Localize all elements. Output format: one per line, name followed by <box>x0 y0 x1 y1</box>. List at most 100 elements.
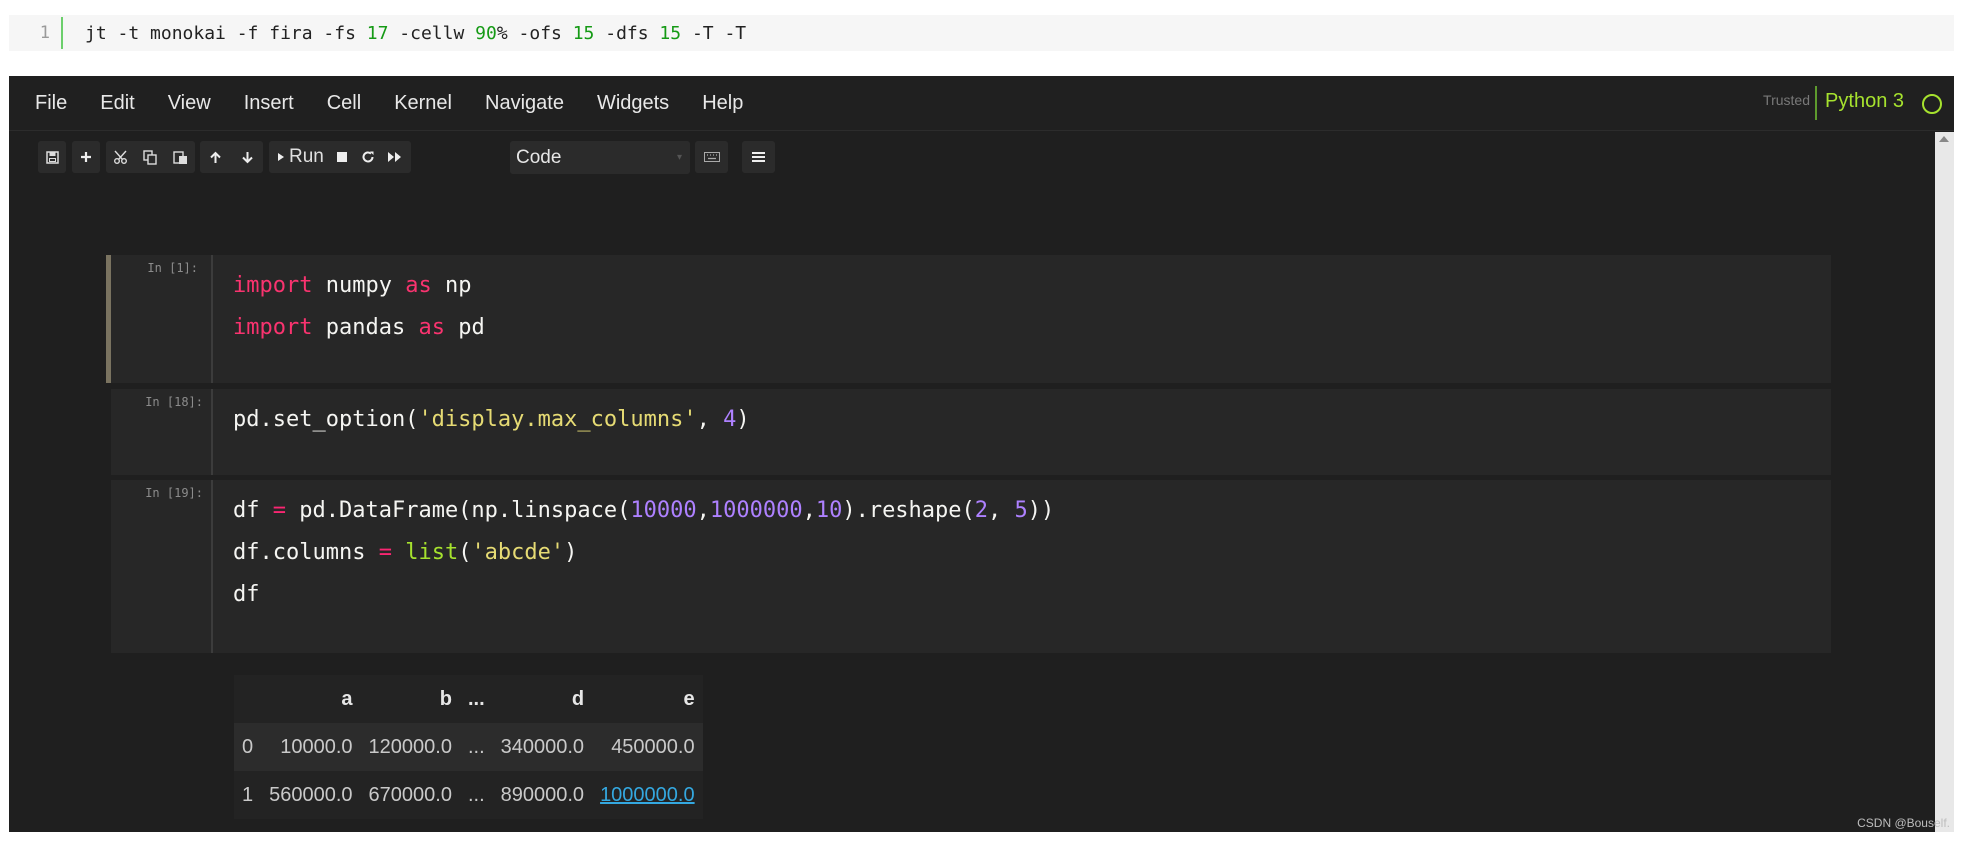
menu-item-view[interactable]: View <box>168 92 211 115</box>
kernel-separator <box>1815 86 1817 120</box>
command-token: % -ofs <box>496 22 573 44</box>
code-token: 10 <box>815 498 843 523</box>
watermark: CSDN @Bouself. <box>1857 816 1950 830</box>
code-cell[interactable]: In [1]: import numpy as np import pandas … <box>106 255 1831 383</box>
trusted-indicator[interactable]: Trusted <box>1763 92 1810 108</box>
kernel-name: Python 3 <box>1825 90 1904 112</box>
menu-item-widgets[interactable]: Widgets <box>597 92 669 115</box>
arrow-up-icon[interactable] <box>209 151 222 164</box>
table-cell: ... <box>459 771 493 819</box>
code-token: 10000 <box>630 498 697 523</box>
code-token: )) <box>1027 498 1055 523</box>
save-button[interactable] <box>38 141 66 173</box>
chevron-down-icon: ▾ <box>676 152 682 163</box>
command-token: -dfs <box>594 22 660 44</box>
input-prompt: In [18]: <box>145 395 203 409</box>
code-token: import <box>233 315 313 340</box>
code-token: pd.set_option( <box>233 407 419 432</box>
restart-icon[interactable] <box>361 150 375 164</box>
dataframe-table: a b... d e 0 10000.0 120000.0... 340000.0 45000… <box>234 675 703 819</box>
command-token: 15 <box>659 22 682 44</box>
command-token: -cellw <box>388 22 476 44</box>
table-header-row: a b... d e <box>234 675 703 723</box>
menubar: File Edit View Insert Cell Kernel Navigate Widg… <box>9 76 1954 131</box>
code-cell[interactable]: In [18]: pd.set_option('display.max_colu… <box>111 389 1831 475</box>
code-line: df = pd.DataFrame(np.linspace(10000,1000… <box>233 490 1831 532</box>
plus-icon <box>81 152 91 162</box>
table-row: 0 10000.0 120000.0... 340000.0 450000.0 <box>234 723 703 771</box>
command-token: 17 <box>366 22 389 44</box>
toolbar: Run Code ▾ <box>9 132 1954 180</box>
table-cell: 1000000.0 <box>592 771 703 819</box>
code-line: df.columns = list('abcde') <box>233 532 1831 574</box>
table-cell: 340000.0 <box>492 723 593 771</box>
cut-icon[interactable] <box>113 150 129 164</box>
keyboard-icon <box>703 152 720 162</box>
cell-type-select[interactable]: Code ▾ <box>510 141 690 174</box>
input-prompt: In [1]: <box>147 261 198 275</box>
move-cell-button-group <box>200 141 263 173</box>
code-token: np <box>431 273 472 298</box>
code-token: = <box>378 540 392 565</box>
command-palette-button[interactable] <box>695 141 728 173</box>
table-cell: ... <box>459 723 493 771</box>
fast-forward-icon[interactable] <box>387 151 403 163</box>
code-cell[interactable]: In [19]: df = pd.DataFrame(np.linspace(1… <box>111 480 1831 653</box>
table-cell: 450000.0 <box>592 723 703 771</box>
line-number: 1 <box>9 17 63 49</box>
menu-item-help[interactable]: Help <box>702 92 743 115</box>
cell-output: a b... d e 0 10000.0 120000.0... 340000.0 45000… <box>234 675 703 832</box>
table-cell: 670000.0 <box>360 771 460 819</box>
code-token: list <box>405 540 459 565</box>
table-body: 0 10000.0 120000.0... 340000.0 450000.0 1 5600… <box>234 723 703 819</box>
code-token: import <box>233 273 313 298</box>
menu-item-edit[interactable]: Edit <box>100 92 134 115</box>
code-token: ) <box>564 540 578 565</box>
code-token: df <box>233 582 260 607</box>
menu-item-insert[interactable]: Insert <box>244 92 294 115</box>
scroll-up-arrow-icon[interactable] <box>1939 136 1949 142</box>
command-token: jt -t monokai -f fira -fs <box>85 22 367 44</box>
code-token: = <box>272 498 286 523</box>
code-input[interactable]: df = pd.DataFrame(np.linspace(10000,1000… <box>211 480 1831 653</box>
cell-link[interactable]: 1000000.0 <box>600 784 695 806</box>
run-button[interactable]: Run <box>277 146 324 168</box>
cell-toolbar-button[interactable] <box>742 141 775 173</box>
arrow-down-icon[interactable] <box>241 151 254 164</box>
code-token: ( <box>458 540 472 565</box>
code-line: import pandas as pd <box>233 307 1831 349</box>
code-token: , <box>696 498 710 523</box>
insert-cell-button[interactable] <box>72 141 100 173</box>
table-cell: 10000.0 <box>261 723 361 771</box>
row-index: 0 <box>234 723 262 771</box>
code-token: ) <box>736 407 750 432</box>
jupyter-notebook-window: File Edit View Insert Cell Kernel Navigate Widg… <box>9 76 1954 832</box>
code-line: import numpy as np <box>233 265 1831 307</box>
code-token: as <box>418 315 445 340</box>
clipboard-button-group <box>106 141 195 173</box>
column-header: b <box>360 675 460 723</box>
menu-item-cell[interactable]: Cell <box>327 92 361 115</box>
code-token: 'display.max_columns' <box>418 407 697 432</box>
cell-type-value: Code <box>516 147 562 168</box>
menu-item-file[interactable]: File <box>35 92 67 115</box>
menu-item-kernel[interactable]: Kernel <box>394 92 452 115</box>
code-token: , <box>696 407 724 432</box>
column-header: d <box>492 675 593 723</box>
code-token: , <box>988 498 1015 523</box>
run-icon <box>278 153 284 161</box>
code-token: numpy <box>312 273 406 298</box>
command-text: jt -t monokai -f fira -fs 17 -cellw 90% … <box>63 23 746 44</box>
vertical-scrollbar[interactable] <box>1935 132 1954 832</box>
table-row: 1 560000.0 670000.0... 890000.0 1000000.0 <box>234 771 703 819</box>
terminal-command-line: 1 jt -t monokai -f fira -fs 17 -cellw 90… <box>9 15 1954 51</box>
copy-icon[interactable] <box>143 149 158 165</box>
stop-icon[interactable] <box>336 151 348 163</box>
code-input[interactable]: import numpy as np import pandas as pd <box>211 255 1831 383</box>
code-input[interactable]: pd.set_option('display.max_columns', 4) <box>211 389 1831 475</box>
save-icon <box>45 150 59 164</box>
row-index: 1 <box>234 771 262 819</box>
menu-item-navigate[interactable]: Navigate <box>485 92 564 115</box>
paste-icon[interactable] <box>173 150 188 165</box>
